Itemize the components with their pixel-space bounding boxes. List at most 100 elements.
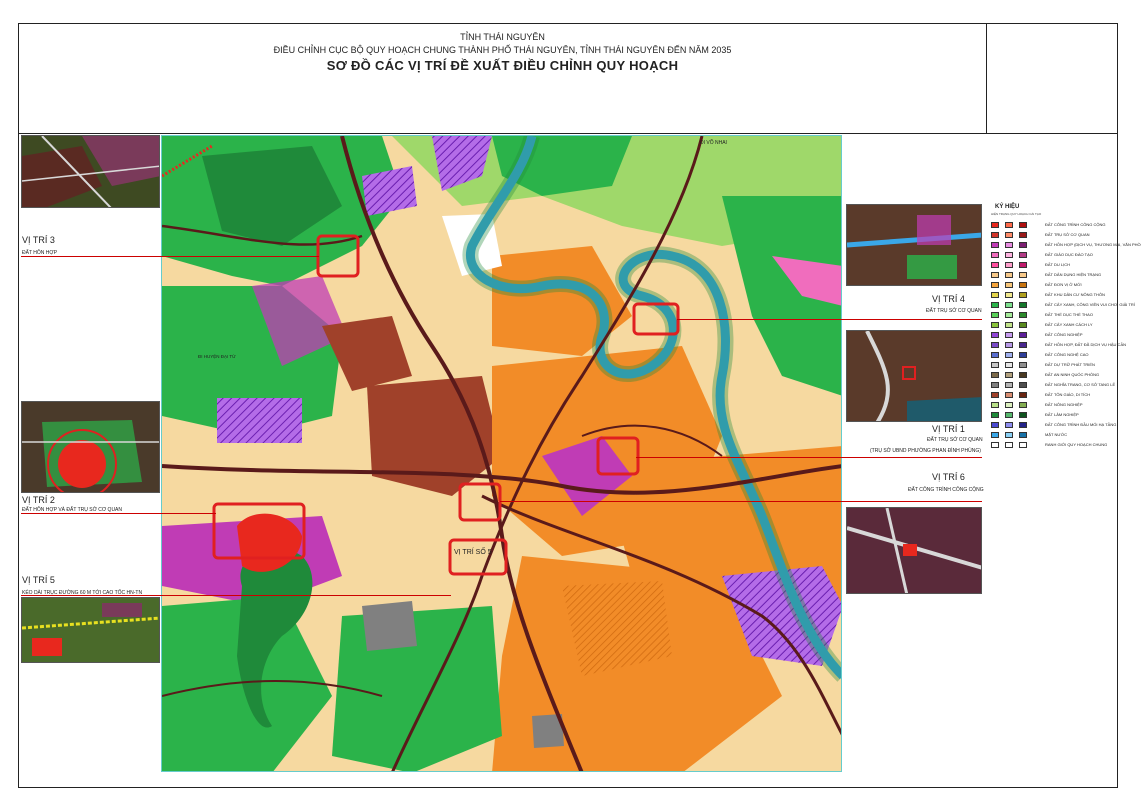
legend-swatch xyxy=(991,282,999,288)
position-5-title: VỊ TRÍ 5 xyxy=(22,575,55,585)
legend-item: ĐẤT THỂ DỤC THỂ THAO xyxy=(991,312,1115,320)
legend-label: ĐẤT GIÁO DỤC ĐÀO TẠO xyxy=(1045,252,1093,257)
legend-swatch xyxy=(1019,412,1027,418)
legend-swatch xyxy=(1019,392,1027,398)
legend-label: ĐẤT AN NINH QUỐC PHÒNG xyxy=(1045,372,1100,377)
legend-swatch xyxy=(1019,252,1027,258)
legend-swatch xyxy=(1019,342,1027,348)
legend-swatch xyxy=(1005,342,1013,348)
legend-label: ĐẤT TRỤ SỞ CƠ QUAN xyxy=(1045,232,1090,237)
legend-label: ĐẤT DỰ TRỮ PHÁT TRIỂN xyxy=(1045,362,1095,367)
legend-item: ĐẤT DỰ TRỮ PHÁT TRIỂN xyxy=(991,362,1115,370)
inset-vt1-svg xyxy=(847,331,981,421)
legend-swatch xyxy=(1019,232,1027,238)
inset-vt4[interactable] xyxy=(846,204,982,286)
side-top-cell xyxy=(987,24,1117,134)
inset-vt5[interactable] xyxy=(21,597,160,663)
legend-label: ĐẤT HỖN HỢP (DỊCH VỤ, THƯƠNG MẠI, VĂN PH… xyxy=(1045,242,1141,247)
inset-vt5-svg xyxy=(22,598,159,662)
legend-swatch xyxy=(991,312,999,318)
legend-swatch xyxy=(1019,352,1027,358)
legend-item: ĐẤT LÂM NGHIỆP xyxy=(991,412,1115,420)
legend-swatch xyxy=(991,252,999,258)
legend-swatch xyxy=(991,412,999,418)
legend-swatch xyxy=(1005,432,1013,438)
inset-vt6-svg xyxy=(847,508,981,593)
legend-swatch xyxy=(1005,382,1013,388)
legend-swatch xyxy=(1019,332,1027,338)
legend-swatch xyxy=(1005,252,1013,258)
legend-swatch xyxy=(1019,272,1027,278)
legend-label: ĐẤT THỂ DỤC THỂ THAO xyxy=(1045,312,1093,317)
legend-swatch xyxy=(1005,392,1013,398)
legend-item: RANH GIỚI QUY HOẠCH CHUNG xyxy=(991,442,1115,450)
legend-swatch xyxy=(991,382,999,388)
legend-swatch xyxy=(991,392,999,398)
legend-label: ĐẤT NGHĨA TRANG, CƠ SỞ TANG LỄ xyxy=(1045,382,1116,387)
legend-item: ĐẤT CÂY XANH CÁCH LY xyxy=(991,322,1115,330)
legend-swatch xyxy=(991,432,999,438)
legend-swatch xyxy=(991,362,999,368)
legend-swatch xyxy=(1005,222,1013,228)
position-2-title: VỊ TRÍ 2 xyxy=(22,495,55,505)
legend-swatch xyxy=(1019,302,1027,308)
legend-swatch xyxy=(991,342,999,348)
legend-swatch xyxy=(1019,312,1027,318)
legend-label: ĐẤT CÔNG NGHIỆP xyxy=(1045,332,1083,337)
legend-label: ĐẤT DÂN DỤNG HIỆN TRẠNG xyxy=(1045,272,1102,277)
legend-label: MẶT NƯỚC xyxy=(1045,432,1068,437)
label-di-huyen-dai-tu: ĐI HUYỆN ĐẠI TỪ xyxy=(198,352,236,359)
position-4-subtitle: ĐẤT TRỤ SỞ CƠ QUAN xyxy=(926,308,982,314)
title-block: TỈNH THÁI NGUYÊN ĐIỀU CHỈNH CỤC BỘ QUY H… xyxy=(19,24,987,134)
legend-item: ĐẤT DU LỊCH xyxy=(991,262,1115,270)
title-project: ĐIỀU CHỈNH CỤC BỘ QUY HOẠCH CHUNG THÀNH … xyxy=(273,45,732,55)
position-4-title: VỊ TRÍ 4 xyxy=(932,294,965,304)
legend-swatch xyxy=(1005,402,1013,408)
legend-label: ĐẤT HỖN HỢP, ĐẤT ĐÃ DỊCH VỤ HẬU CẦN xyxy=(1045,342,1126,347)
legend-item: ĐẤT AN NINH QUỐC PHÒNG xyxy=(991,372,1115,380)
legend-swatch xyxy=(1019,442,1027,448)
legend-item: ĐẤT HỖN HỢP, ĐẤT ĐÃ DỊCH VỤ HẬU CẦN xyxy=(991,342,1126,350)
legend-swatch xyxy=(991,302,999,308)
legend-label: ĐẤT TÔN GIÁO, DI TÍCH xyxy=(1045,392,1091,397)
legend-swatch xyxy=(1019,322,1027,328)
legend-swatch xyxy=(1019,222,1027,228)
legend-swatch xyxy=(1005,282,1013,288)
legend-swatch xyxy=(1005,272,1013,278)
legend-swatch xyxy=(1019,262,1027,268)
legend-swatch xyxy=(1005,322,1013,328)
legend-swatch xyxy=(991,292,999,298)
legend-label: ĐẤT CÂY XANH, CÔNG VIÊN VUI CHƠI GIẢI TR… xyxy=(1045,302,1135,307)
industry-west xyxy=(217,398,302,443)
legend-label: ĐẤT KHU DÂN CƯ NÔNG THÔN xyxy=(1045,292,1105,297)
inset-vt2[interactable] xyxy=(21,401,160,493)
legend-swatch xyxy=(1019,382,1027,388)
legend-swatch xyxy=(1019,242,1027,248)
legend-item: MẶT NƯỚC xyxy=(991,432,1115,440)
legend-swatch xyxy=(991,332,999,338)
legend-label: ĐẤT ĐƠN VỊ Ở MỚI xyxy=(1045,282,1082,287)
inset-vt3[interactable] xyxy=(21,135,160,208)
legend-item: ĐẤT TÔN GIÁO, DI TÍCH xyxy=(991,392,1115,400)
legend-item: ĐẤT TRỤ SỞ CƠ QUAN xyxy=(991,232,1115,240)
legend-item: ĐẤT KHU DÂN CƯ NÔNG THÔN xyxy=(991,292,1115,300)
legend-swatch xyxy=(1019,362,1027,368)
legend-swatch xyxy=(1019,292,1027,298)
legend-item: ĐẤT ĐƠN VỊ Ở MỚI xyxy=(991,282,1115,290)
legend-swatch xyxy=(1005,292,1013,298)
label-di-vo-nhai: ĐI VÕ NHAI xyxy=(700,139,727,146)
legend-label: ĐẤT CÂY XANH CÁCH LY xyxy=(1045,322,1093,327)
legend-swatch xyxy=(991,232,999,238)
legend-subheading: HIỆN TRẠNG QUY HOẠCH CẢI TẠO xyxy=(991,212,1042,216)
legend-swatch xyxy=(1005,242,1013,248)
legend-swatch xyxy=(1005,302,1013,308)
leader-vt5 xyxy=(21,595,451,596)
inset-vt6[interactable] xyxy=(846,507,982,594)
legend-swatch xyxy=(1019,432,1027,438)
legend-item: ĐẤT NGHĨA TRANG, CƠ SỞ TANG LỄ xyxy=(991,382,1115,390)
legend-label: ĐẤT CÔNG NGHỆ CAO xyxy=(1045,352,1089,357)
leader-vt1 xyxy=(636,457,982,458)
legend-swatch xyxy=(1019,422,1027,428)
inset-vt1[interactable] xyxy=(846,330,982,422)
land-use-map[interactable]: VỊ TRÍ SỐ 5 ĐI VÕ NHAI ĐI HUYỆN ĐẠI TỪ xyxy=(161,135,842,772)
